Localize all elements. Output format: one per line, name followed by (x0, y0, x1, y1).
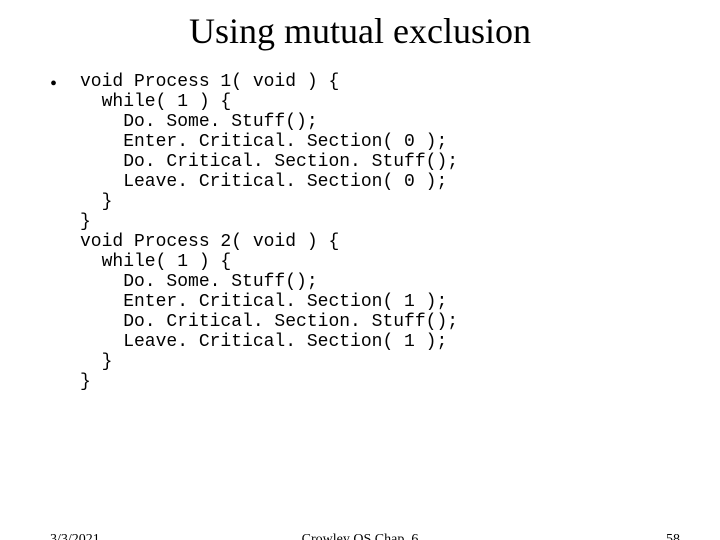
bullet-item: • void Process 1( void ) { while( 1 ) { … (50, 72, 680, 392)
bullet-marker: • (50, 72, 80, 94)
footer-center: Crowley OS Chap. 6 (0, 532, 720, 540)
slide-title: Using mutual exclusion (0, 10, 720, 52)
slide: Using mutual exclusion • void Process 1(… (0, 10, 720, 540)
footer-page: 58 (666, 532, 680, 540)
slide-body: • void Process 1( void ) { while( 1 ) { … (0, 72, 720, 392)
code-block: void Process 1( void ) { while( 1 ) { Do… (80, 72, 458, 392)
